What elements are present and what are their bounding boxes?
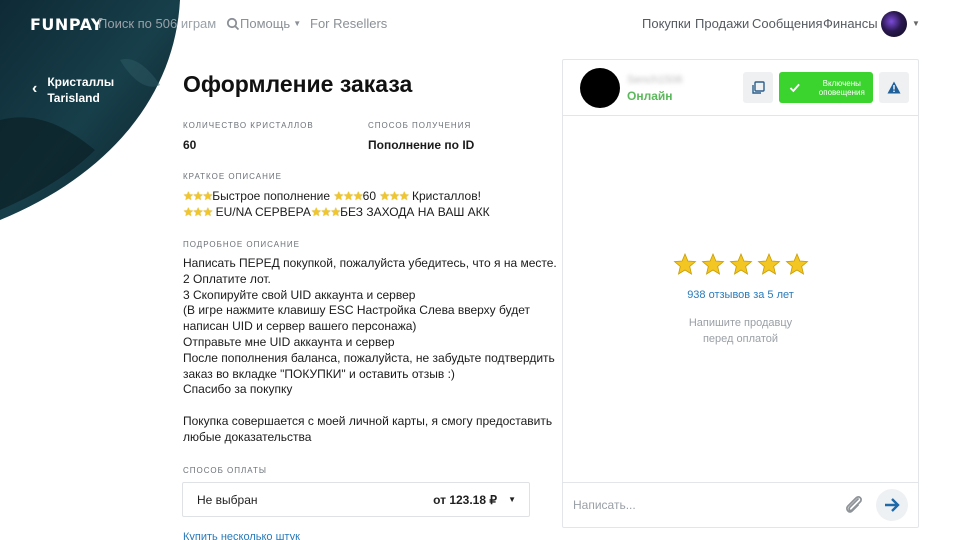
rating-star-icon xyxy=(784,252,809,281)
arrow-right-icon xyxy=(885,498,900,512)
description-line xyxy=(183,398,533,414)
nav-finances[interactable]: Финансы xyxy=(823,16,878,31)
description-line: (В игре нажмите клавишу ESC Настройка Сл… xyxy=(183,303,530,318)
notifications-toggle-button[interactable]: Включены оповещения xyxy=(779,72,873,103)
description-line: После пополнения баланса, пожалуйста, не… xyxy=(183,350,555,365)
payment-price: от 123.18 ₽ xyxy=(433,493,497,507)
long-description: Написать ПЕРЕД покупкой, пожалуйста убед… xyxy=(183,256,557,446)
online-status: Онлайн xyxy=(627,89,673,103)
method-value: Пополнение по ID xyxy=(368,138,475,152)
description-line: Написать ПЕРЕД покупкой, пожалуйста убед… xyxy=(183,256,557,270)
report-button[interactable] xyxy=(879,72,909,103)
search-input[interactable]: Поиск по 506 играм xyxy=(98,16,216,31)
description-line: Покупка совершается с моей личной карты,… xyxy=(183,413,553,428)
seller-header: Sench1506 Онлайн Включены оповещения xyxy=(563,60,918,116)
short-text: 60 xyxy=(362,189,377,203)
description-line: заказ во вкладке "ПОКУПКИ" и оставить от… xyxy=(183,366,455,381)
reviews-link[interactable]: 938 отзывов за 5 лет xyxy=(563,289,918,301)
send-button[interactable] xyxy=(876,489,908,521)
nav-messages[interactable]: Сообщения xyxy=(752,16,823,31)
paperclip-icon[interactable] xyxy=(843,492,865,518)
game-search[interactable]: Поиск по 506 играм xyxy=(98,16,240,31)
description-line: Отправьте мне UID аккаунта и сервер xyxy=(183,334,395,349)
payment-method-select[interactable]: Не выбран от 123.18 ₽ ▼ xyxy=(182,482,530,517)
help-menu[interactable]: Помощь ▼ xyxy=(240,16,301,31)
search-icon[interactable] xyxy=(226,17,240,31)
star-icon: ★★★ xyxy=(310,205,341,219)
rating-star-icon xyxy=(728,252,753,281)
message-composer xyxy=(563,482,918,528)
copy-button[interactable] xyxy=(743,72,773,103)
breadcrumb-category: Кристаллы xyxy=(47,75,115,89)
back-breadcrumb[interactable]: ‹ Кристаллы Tarisland xyxy=(32,74,114,106)
contact-hint: Напишите продавцу перед оплатой xyxy=(563,315,918,347)
breadcrumb-game: Tarisland xyxy=(47,91,100,105)
check-icon xyxy=(789,83,800,92)
star-icon: ★★★ xyxy=(333,189,363,203)
user-avatar[interactable] xyxy=(881,11,907,37)
chevron-left-icon: ‹ xyxy=(32,80,38,97)
nav-sales[interactable]: Продажи xyxy=(695,16,749,31)
seller-avatar[interactable] xyxy=(580,68,620,108)
notifications-label: Включены оповещения xyxy=(818,78,865,97)
method-label: СПОСОБ ПОЛУЧЕНИЯ xyxy=(368,121,472,130)
resellers-link[interactable]: For Resellers xyxy=(310,16,387,31)
chevron-down-icon[interactable]: ▼ xyxy=(912,19,920,28)
rating-star-icon xyxy=(672,252,697,281)
rating-star-icon xyxy=(700,252,725,281)
star-icon: ★★★ xyxy=(379,189,409,203)
chevron-down-icon: ▼ xyxy=(508,495,516,504)
top-navbar: FUNPAY Поиск по 506 играм Помощь ▼ For Re… xyxy=(0,0,960,48)
help-label: Помощь xyxy=(240,16,291,31)
hint-line: перед оплатой xyxy=(702,333,779,345)
rating-star-icon xyxy=(756,252,781,281)
seller-rating xyxy=(563,252,918,281)
description-line: Спасибо за покупку xyxy=(183,382,293,397)
seller-chat-panel: Sench1506 Онлайн Включены оповещения 938… xyxy=(562,59,919,528)
short-text: БЕЗ ЗАХОДА НА ВАШ АКК xyxy=(340,205,490,219)
short-text: Кристаллов! xyxy=(411,189,481,203)
message-input[interactable] xyxy=(573,494,833,516)
seller-name[interactable]: Sench1506 xyxy=(627,74,683,86)
description-line: написан UID и сервер вашего персонажа) xyxy=(183,319,417,334)
chevron-down-icon: ▼ xyxy=(293,19,302,28)
hint-line: Напишите продавцу xyxy=(688,317,793,329)
payment-selected: Не выбран xyxy=(197,493,258,507)
description-line: 2 Оплатите лот. xyxy=(183,271,271,286)
payment-method-label: СПОСОБ ОПЛАТЫ xyxy=(183,466,267,475)
description-line: 3 Скопируйте свой UID аккаунта и сервер xyxy=(183,287,416,302)
nav-purchases[interactable]: Покупки xyxy=(642,16,691,31)
funpay-logo[interactable]: FUNPAY xyxy=(30,15,103,34)
buy-multiple-link[interactable]: Купить несколько штук xyxy=(183,531,300,540)
description-line: любые доказательства xyxy=(183,429,312,444)
copy-icon xyxy=(752,80,765,94)
long-description-label: ПОДРОБНОЕ ОПИСАНИЕ xyxy=(183,240,300,249)
warning-icon xyxy=(887,81,901,94)
